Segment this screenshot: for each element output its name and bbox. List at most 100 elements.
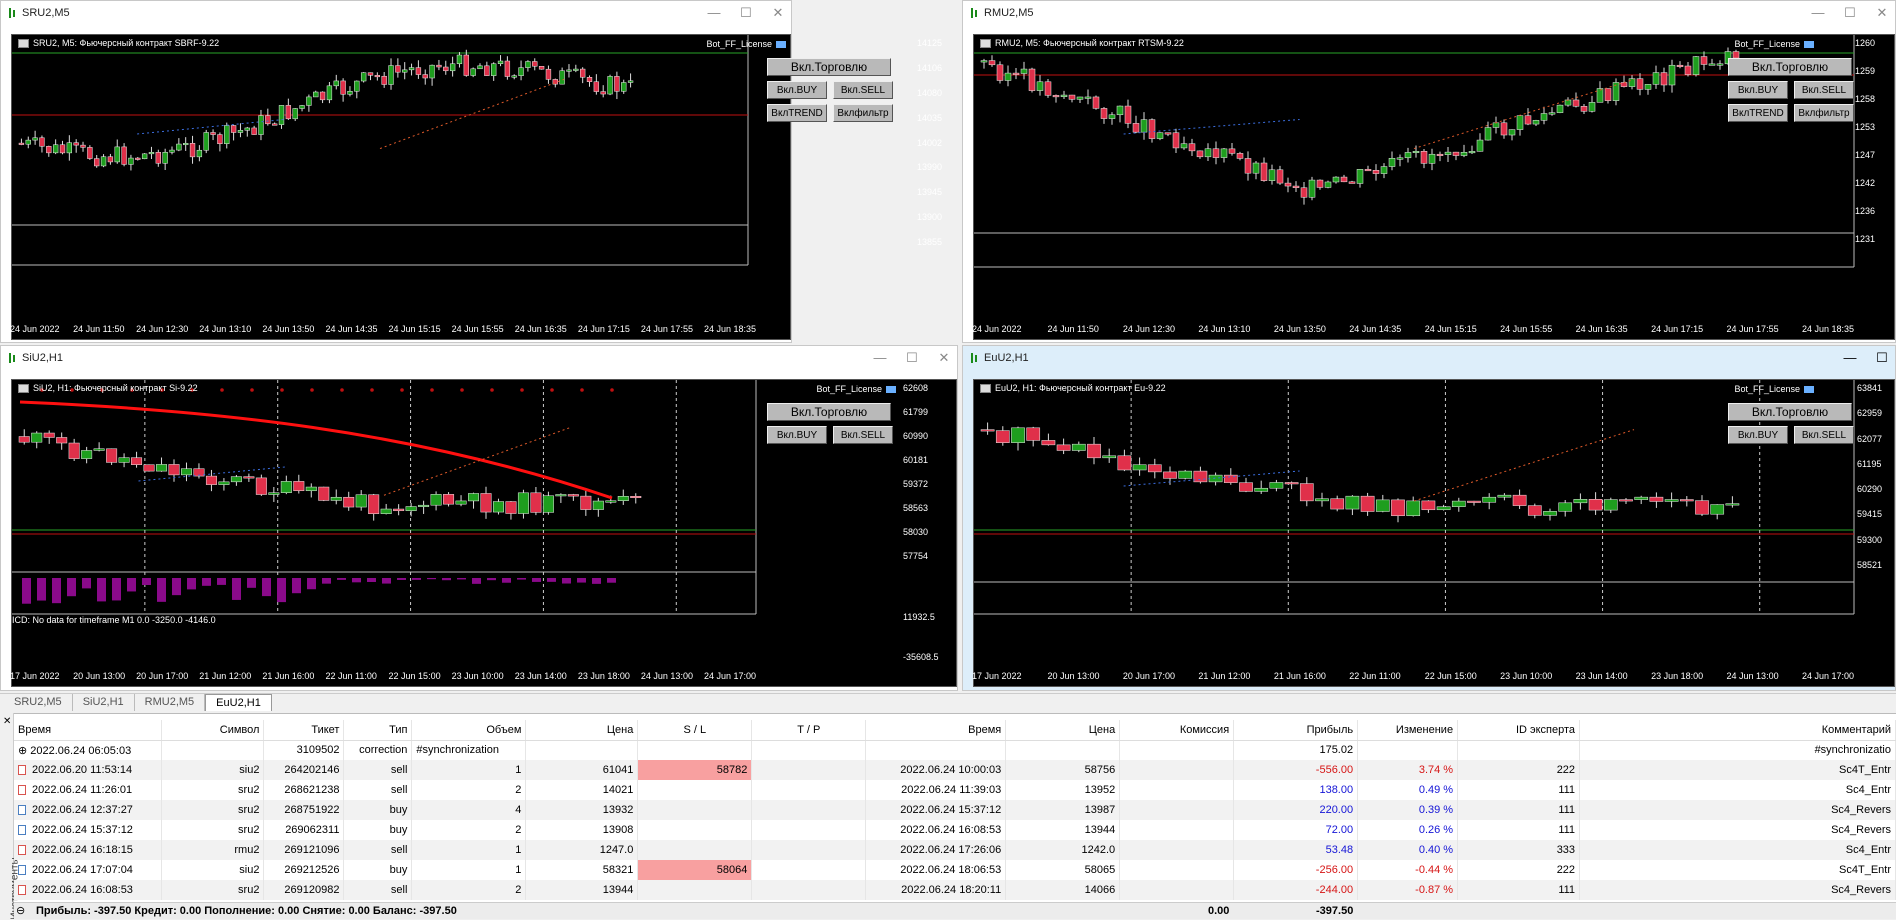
enable-sell-button[interactable]: Вкл.SELL	[1794, 81, 1854, 99]
price-chart[interactable]: RMU2, M5: Фьючерсный контракт RTSM-9.22 …	[973, 34, 1895, 340]
column-header[interactable]: Тип	[343, 720, 413, 741]
candle-body	[586, 77, 593, 82]
candle-body	[1360, 495, 1375, 512]
histogram-bar	[337, 578, 346, 580]
table-row[interactable]: 2022.06.24 16:08:53 sru2 269120982 sell 2 139…	[14, 880, 1896, 900]
candle-body	[271, 123, 278, 126]
footer-profit: -397.50	[1316, 905, 1354, 917]
price-chart[interactable]: SRU2, M5: Фьючерсный контракт SBRF-9.22 …	[11, 34, 791, 340]
close-icon[interactable]: ✕	[1875, 5, 1889, 21]
column-header[interactable]: Комиссия	[1119, 720, 1235, 741]
column-header[interactable]: S / L	[637, 720, 753, 741]
enable-trend-button[interactable]: ВклTREND	[1728, 104, 1788, 122]
histogram-bar	[202, 578, 211, 586]
toolbox-side-label[interactable]: Инструменты	[0, 713, 21, 920]
table-cell: sell	[343, 780, 413, 800]
tab-rmu2[interactable]: RMU2,M5	[135, 694, 206, 711]
chart-icon	[7, 8, 17, 18]
column-header[interactable]: T / P	[751, 720, 867, 741]
table-cell: sru2	[161, 780, 265, 800]
window-title-bar[interactable]: RMU2,M5 — ☐ ✕	[963, 1, 1895, 25]
candle-body	[360, 72, 367, 82]
table-row[interactable]: 2022.06.24 17:07:04 siu2 269212526 buy 1 5832…	[14, 860, 1896, 880]
enable-buy-button[interactable]: Вкл.BUY	[1728, 426, 1788, 444]
candle-body	[1710, 504, 1725, 515]
window-title-bar[interactable]: EuU2,H1 — ☐	[963, 346, 1895, 370]
column-header[interactable]: Время	[865, 720, 1007, 741]
table-row[interactable]: 2022.06.24 16:18:15 rmu2 269121096 sell 1 124…	[14, 840, 1896, 860]
time-axis-label: 21 Jun 12:00	[1198, 671, 1251, 681]
column-header[interactable]: Тикет	[263, 720, 345, 741]
maximize-icon[interactable]: ☐	[739, 5, 753, 21]
time-axis-label: 24 Jun 17:55	[640, 324, 693, 334]
table-row[interactable]: ⊕ 2022.06.24 06:05:03 3109502 correction #s…	[14, 740, 1896, 760]
candle-body	[299, 105, 305, 109]
chart-symbol-label: SRU2, M5: Фьючерсный контракт SBRF-9.22	[18, 38, 219, 48]
table-row[interactable]: 2022.06.24 15:37:12 sru2 269062311 buy 2 1390…	[14, 820, 1896, 840]
maximize-icon[interactable]: ☐	[1875, 350, 1889, 366]
column-header[interactable]: Символ	[161, 720, 265, 741]
minimize-icon[interactable]: —	[707, 5, 721, 21]
time-axis-label: 24 Jun 14:35	[1349, 324, 1402, 334]
candle-body	[1420, 150, 1428, 164]
column-header[interactable]: Комментарий	[1579, 720, 1896, 741]
enable-sell-button[interactable]: Вкл.SELL	[833, 426, 893, 444]
chart-window-euu2[interactable]: EuU2,H1 — ☐ EuU2, H1: Фьючерсный контракт…	[962, 345, 1896, 691]
enable-trading-button[interactable]: Вкл.Торговлю	[767, 58, 891, 76]
close-icon[interactable]: ✕	[3, 716, 11, 727]
enable-trading-button[interactable]: Вкл.Торговлю	[767, 403, 891, 421]
candle-body	[1451, 500, 1466, 507]
column-header[interactable]: ID эксперта	[1457, 720, 1581, 741]
table-cell: 1	[411, 760, 527, 780]
column-header[interactable]: Цена	[525, 720, 639, 741]
collapse-icon[interactable]: ⊖	[16, 904, 25, 917]
candle-body	[340, 80, 346, 95]
candle-body	[1664, 499, 1679, 502]
column-header[interactable]: Время	[14, 720, 163, 741]
column-header[interactable]: Объем	[411, 720, 527, 741]
candle-body	[477, 65, 483, 70]
table-cell: siu2	[161, 860, 265, 880]
enable-sell-button[interactable]: Вкл.SELL	[1794, 426, 1854, 444]
enable-filter-button[interactable]: Вклфильтр	[1794, 104, 1854, 122]
table-cell: 2	[411, 780, 527, 800]
tab-siu2[interactable]: SiU2,H1	[73, 694, 135, 711]
enable-filter-button[interactable]: Вклфильтр	[833, 104, 893, 122]
enable-buy-button[interactable]: Вкл.BUY	[767, 426, 827, 444]
window-title-bar[interactable]: SRU2,M5 — ☐ ✕	[1, 1, 791, 25]
tab-sru2[interactable]: SRU2,M5	[4, 694, 73, 711]
chart-window-siu2[interactable]: SiU2,H1 — ☐ ✕ SiU2, H1: Фьючерсный контрак…	[0, 345, 958, 691]
table-cell: 333	[1457, 840, 1581, 860]
enable-trend-button[interactable]: ВклTREND	[767, 104, 827, 122]
chart-window-rmu2[interactable]: RMU2,M5 — ☐ ✕ RMU2, M5: Фьючерсный контрак…	[962, 0, 1896, 343]
table-cell	[751, 780, 867, 800]
maximize-icon[interactable]: ☐	[905, 350, 919, 366]
enable-buy-button[interactable]: Вкл.BUY	[767, 81, 827, 99]
enable-buy-button[interactable]: Вкл.BUY	[1728, 81, 1788, 99]
tab-euu2[interactable]: EuU2,H1	[205, 694, 272, 711]
candle-body	[1580, 106, 1588, 112]
table-row[interactable]: 2022.06.20 11:53:14 siu2 264202146 sell 1 610…	[14, 760, 1896, 780]
close-icon[interactable]: ✕	[771, 5, 785, 21]
candle-body	[258, 115, 264, 135]
column-header[interactable]: Цена	[1005, 720, 1121, 741]
minimize-icon[interactable]: —	[873, 350, 887, 366]
license-label: Bot_FF_License	[706, 39, 786, 49]
minimize-icon[interactable]: —	[1843, 350, 1857, 366]
balance-icon: ⊕	[18, 744, 31, 757]
enable-sell-button[interactable]: Вкл.SELL	[833, 81, 893, 99]
table-row[interactable]: 2022.06.24 12:37:27 sru2 268751922 buy 4 1393…	[14, 800, 1896, 820]
chart-window-sru2[interactable]: SRU2,M5 — ☐ ✕ SRU2, M5: Фьючерсный контрак…	[0, 0, 792, 343]
enable-trading-button[interactable]: Вкл.Торговлю	[1728, 403, 1852, 421]
minimize-icon[interactable]: —	[1811, 5, 1825, 21]
close-icon[interactable]: ✕	[937, 350, 951, 366]
candle-body	[532, 61, 538, 67]
table-cell: 111	[1457, 800, 1581, 820]
maximize-icon[interactable]: ☐	[1843, 5, 1857, 21]
window-title-bar[interactable]: SiU2,H1 — ☐ ✕	[1, 346, 957, 370]
cell-value: 2	[515, 824, 522, 836]
enable-trading-button[interactable]: Вкл.Торговлю	[1728, 58, 1852, 76]
column-header[interactable]: Прибыль	[1233, 720, 1359, 741]
column-header[interactable]: Изменение	[1357, 720, 1459, 741]
table-row[interactable]: 2022.06.24 11:26:01 sru2 268621238 sell 2 140…	[14, 780, 1896, 800]
